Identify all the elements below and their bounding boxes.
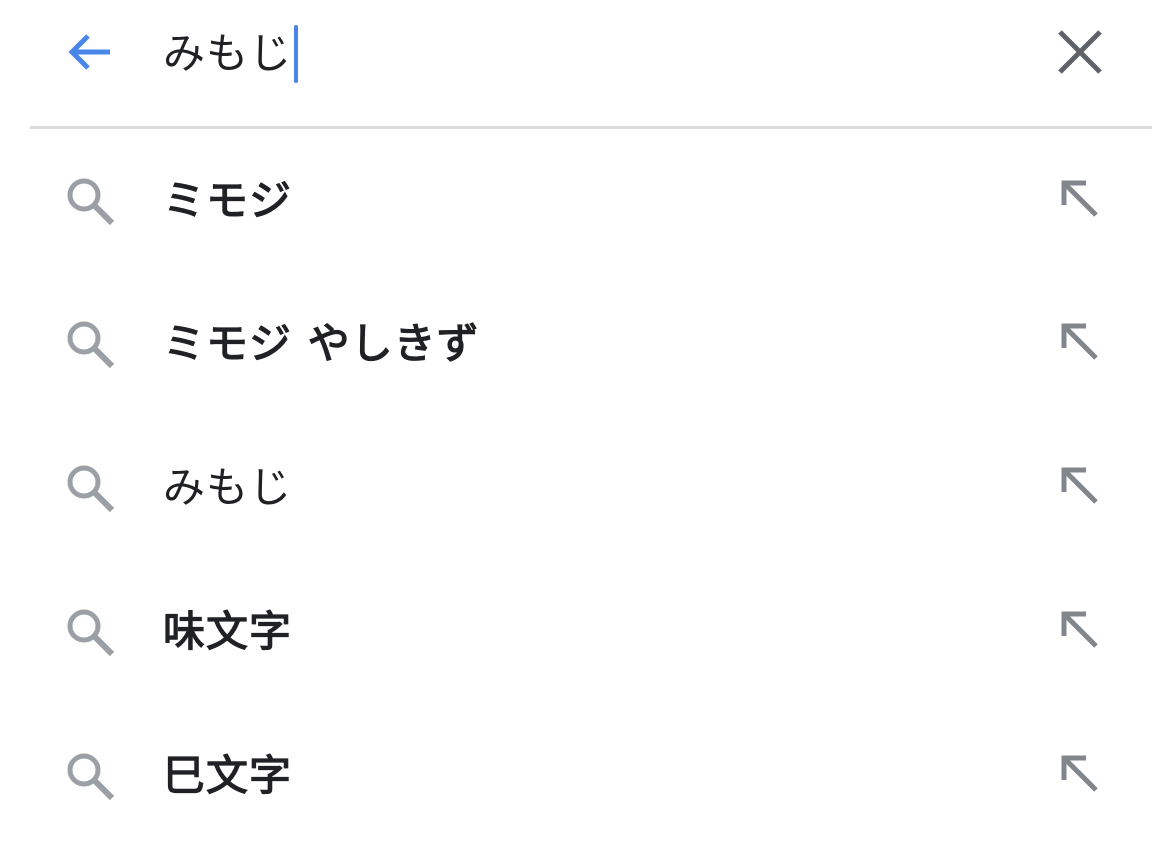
search-query-text[interactable]: みもじ <box>163 22 292 86</box>
arrow-left-icon <box>62 24 118 84</box>
suggestion-text: ミモジ やしきず <box>163 319 480 368</box>
search-icon <box>58 312 122 376</box>
suggestion-item[interactable]: 巳文字 <box>0 704 1170 848</box>
search-icon <box>58 456 122 520</box>
arrow-up-left-icon <box>1058 320 1102 368</box>
back-button[interactable] <box>50 14 130 94</box>
fill-query-button[interactable] <box>1048 312 1112 376</box>
search-icon <box>58 600 122 664</box>
suggestion-item[interactable]: みもじ <box>0 416 1170 560</box>
suggestion-item[interactable]: ミモジ <box>0 129 1170 272</box>
suggestion-text: みもじ <box>163 463 293 512</box>
suggestion-text: 巳文字 <box>163 751 293 800</box>
search-input[interactable]: みもじ <box>163 22 299 86</box>
arrow-up-left-icon <box>1058 608 1102 656</box>
search-icon <box>58 169 122 233</box>
search-bar: みもじ <box>0 0 1170 128</box>
arrow-up-left-icon <box>1058 752 1102 800</box>
suggestion-text: ミモジ <box>163 176 293 225</box>
suggestion-list: ミモジ ミモジ やしきず みもじ 味文字 巳文字 <box>0 129 1170 848</box>
search-icon <box>58 744 122 808</box>
text-caret <box>294 25 299 83</box>
close-icon <box>1056 28 1104 80</box>
fill-query-button[interactable] <box>1048 600 1112 664</box>
fill-query-button[interactable] <box>1048 744 1112 808</box>
arrow-up-left-icon <box>1058 177 1102 225</box>
fill-query-button[interactable] <box>1048 456 1112 520</box>
arrow-up-left-icon <box>1058 464 1102 512</box>
suggestion-item[interactable]: 味文字 <box>0 560 1170 704</box>
suggestion-item[interactable]: ミモジ やしきず <box>0 272 1170 416</box>
fill-query-button[interactable] <box>1048 169 1112 233</box>
suggestion-text: 味文字 <box>163 607 293 656</box>
clear-button[interactable] <box>1040 14 1120 94</box>
